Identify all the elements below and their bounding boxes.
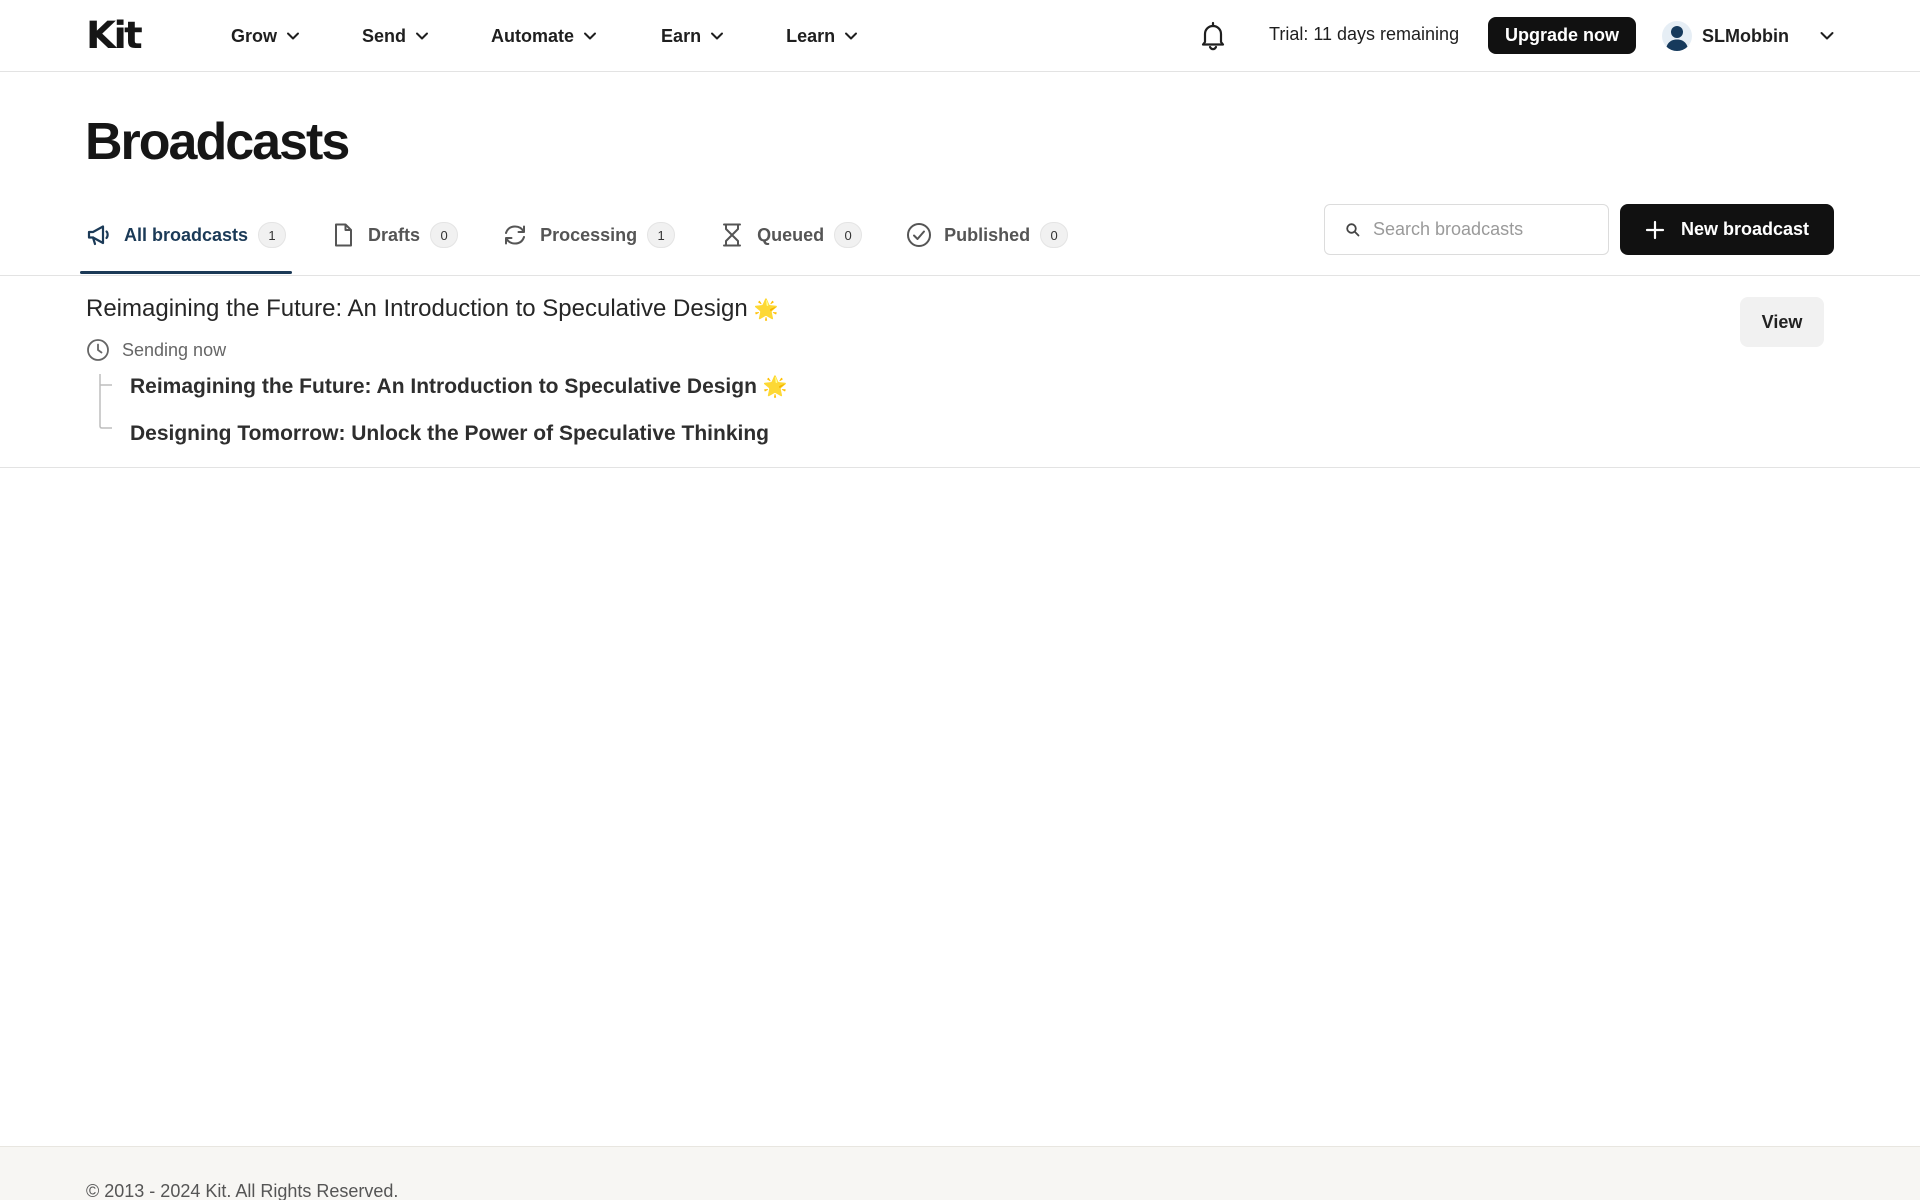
nav-automate-label: Automate — [491, 25, 575, 46]
subject-text: Designing Tomorrow: Unlock the Power of … — [130, 422, 770, 445]
top-nav: Kit Grow Send Automate Earn Learn Trial:… — [0, 0, 1920, 72]
clock-icon — [86, 338, 110, 362]
view-button[interactable]: View — [1740, 297, 1824, 347]
subject-tree-lines — [96, 374, 116, 430]
broadcast-row: Reimagining the Future: An Introduction … — [0, 276, 1920, 468]
chevron-down-icon — [1819, 28, 1835, 44]
search-icon — [1345, 222, 1361, 238]
subject-text: Reimagining the Future: An Introduction … — [130, 375, 757, 398]
document-icon — [330, 222, 356, 248]
tab-processing[interactable]: Processing 1 — [502, 212, 676, 258]
footer: © 2013 - 2024 Kit. All Rights Reserved. — [0, 1146, 1920, 1200]
tab-label: Drafts — [368, 224, 421, 245]
copyright: © 2013 - 2024 Kit. All Rights Reserved. — [86, 1181, 399, 1200]
check-circle-icon — [906, 222, 932, 248]
refresh-icon — [502, 222, 528, 248]
nav-automate[interactable]: Automate — [491, 26, 597, 47]
upgrade-now-button[interactable]: Upgrade now — [1488, 17, 1636, 54]
new-broadcast-button[interactable]: New broadcast — [1620, 204, 1834, 255]
tab-queued[interactable]: Queued 0 — [719, 212, 863, 258]
megaphone-icon — [86, 222, 112, 248]
count-badge: 0 — [834, 222, 863, 248]
broadcast-tabs: All broadcasts 1 Drafts 0 Processing 1 Q… — [79, 212, 1112, 276]
nav-grow[interactable]: Grow — [231, 26, 300, 47]
nav-earn[interactable]: Earn — [661, 26, 724, 47]
star-emoji: 🌟 — [762, 376, 788, 398]
bell-icon[interactable] — [1199, 21, 1227, 51]
nav-send[interactable]: Send — [362, 26, 429, 47]
tab-label: Published — [944, 224, 1031, 245]
kit-logo[interactable]: Kit — [86, 14, 143, 57]
search-box[interactable] — [1324, 204, 1609, 255]
subject-line-variant[interactable]: Reimagining the Future: An Introduction … — [130, 374, 788, 399]
chevron-down-icon — [844, 29, 858, 43]
count-badge: 0 — [430, 222, 459, 248]
tab-label: All broadcasts — [124, 224, 249, 245]
broadcast-title-text: Reimagining the Future: An Introduction … — [86, 295, 748, 322]
subject-line-variant[interactable]: Designing Tomorrow: Unlock the Power of … — [130, 422, 769, 446]
trial-status: Trial: 11 days remaining — [1269, 24, 1460, 44]
nav-learn-label: Learn — [786, 25, 836, 46]
search-input[interactable] — [1373, 219, 1593, 240]
plus-icon — [1645, 220, 1665, 240]
chevron-down-icon — [583, 29, 597, 43]
broadcast-title[interactable]: Reimagining the Future: An Introduction … — [86, 295, 779, 323]
nav-grow-label: Grow — [231, 25, 278, 46]
hourglass-icon — [719, 222, 745, 248]
avatar — [1662, 21, 1692, 51]
chevron-down-icon — [710, 29, 724, 43]
count-badge: 0 — [1040, 222, 1069, 248]
chevron-down-icon — [415, 29, 429, 43]
username: SLMobbin — [1702, 25, 1789, 46]
broadcast-status: Sending now — [86, 338, 226, 362]
account-menu[interactable]: SLMobbin — [1662, 18, 1835, 54]
tab-all-broadcasts[interactable]: All broadcasts 1 — [79, 212, 293, 274]
chevron-down-icon — [286, 29, 300, 43]
tab-drafts[interactable]: Drafts 0 — [330, 212, 459, 258]
tab-label: Processing — [540, 224, 638, 245]
nav-learn[interactable]: Learn — [786, 26, 858, 47]
tab-label: Queued — [757, 224, 825, 245]
page-title: Broadcasts — [85, 113, 350, 171]
status-text: Sending now — [122, 339, 227, 360]
tab-published[interactable]: Published 0 — [906, 212, 1069, 258]
count-badge: 1 — [647, 222, 676, 248]
nav-send-label: Send — [362, 25, 407, 46]
new-broadcast-label: New broadcast — [1680, 219, 1810, 239]
star-emoji: 🌟 — [753, 299, 779, 321]
main-menu: Grow Send Automate Earn Learn — [231, 0, 858, 72]
count-badge: 1 — [258, 222, 287, 248]
nav-earn-label: Earn — [661, 25, 702, 46]
